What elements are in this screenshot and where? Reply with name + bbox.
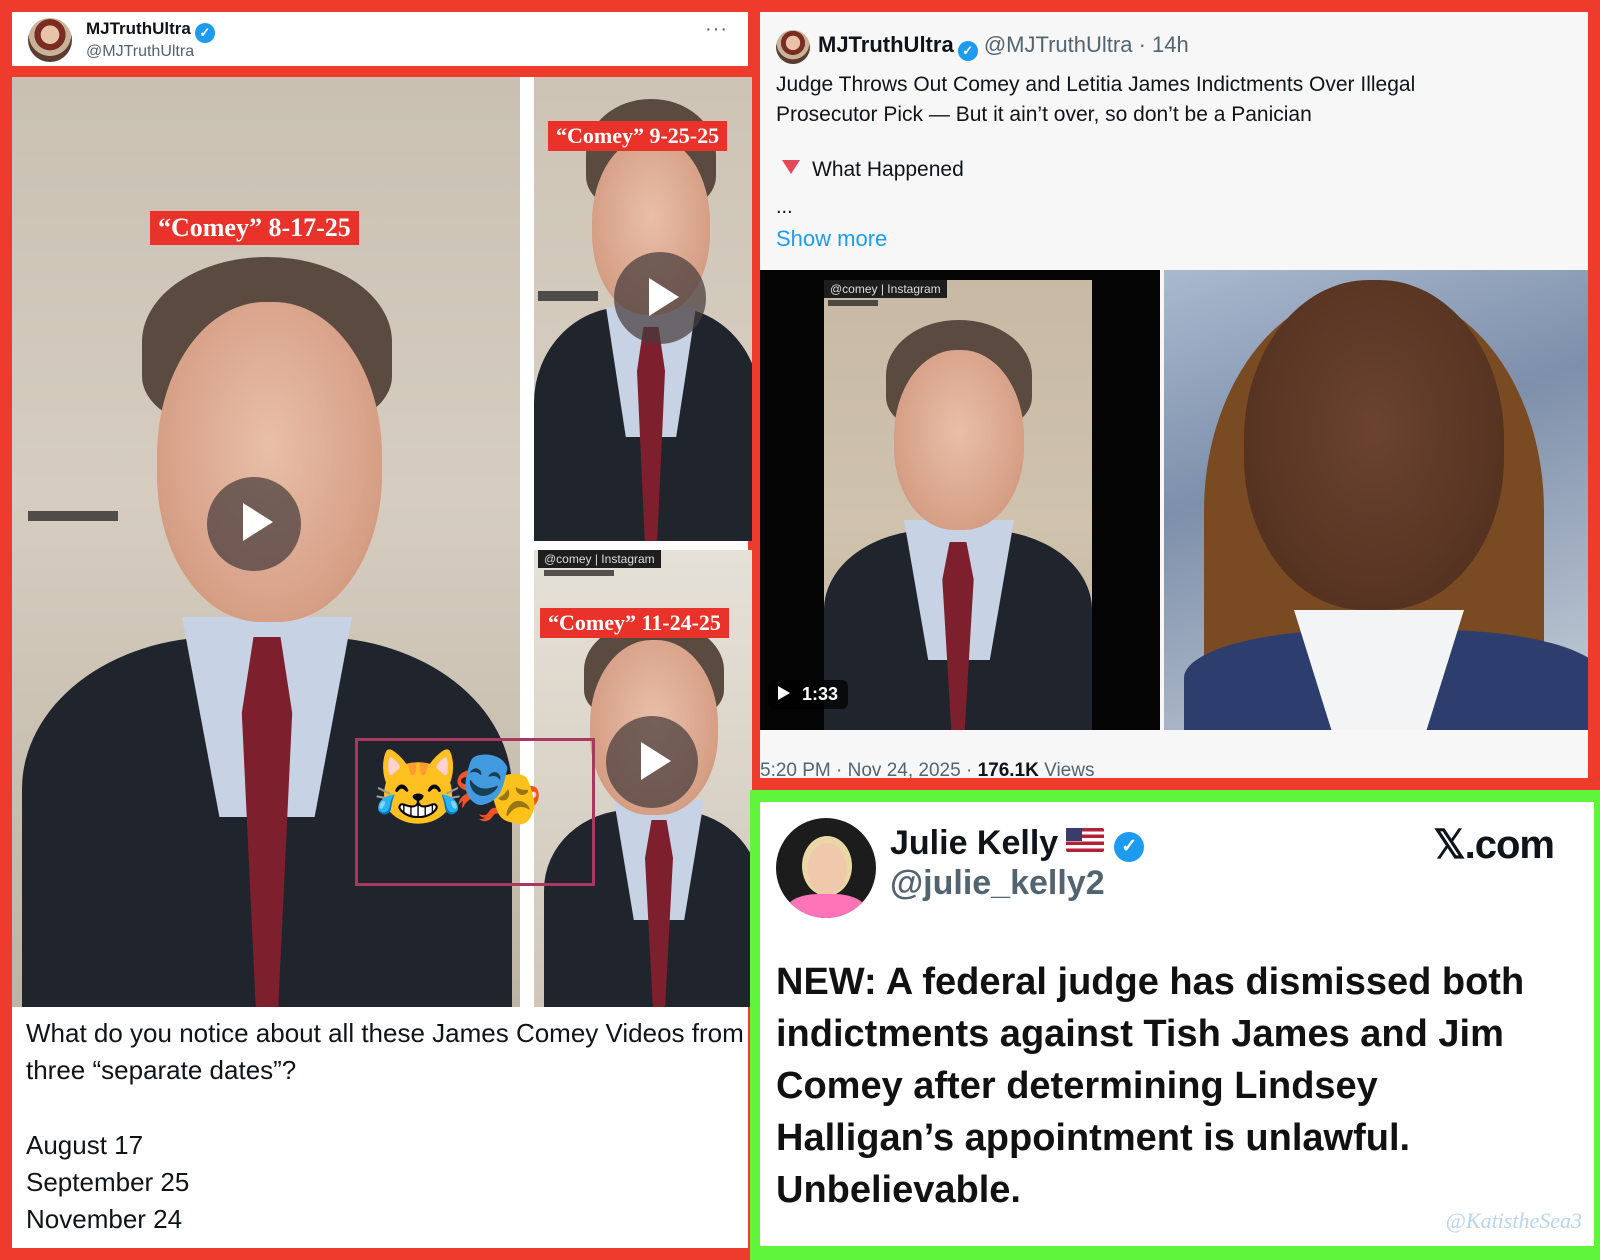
play-icon[interactable] [614,252,706,344]
date-tag-sep: “Comey” 9-25-25 [548,121,728,151]
left-post-text: What do you notice about all these James… [12,1007,748,1248]
right-bottom-post-panel: Julie Kelly ✓ @julie_kelly2 𝕏.com NEW: A … [750,790,1600,1260]
play-icon[interactable] [207,477,301,571]
watermark-logo [544,570,614,576]
us-flag-icon [1066,828,1105,852]
author-handle[interactable]: @MJTruthUltra [984,32,1133,57]
face [1244,280,1504,610]
video-comey[interactable]: @comey | Instagram 1:33 [760,270,1160,730]
post-subheading: What Happened [776,158,964,182]
post-title: Judge Throws Out Comey and Letitia James… [776,73,1416,126]
views-count: 176.1K [977,760,1039,778]
date-list-item: August 17 [26,1130,144,1160]
subheading-text: What Happened [812,158,964,181]
avatar[interactable] [776,818,876,918]
show-more-link[interactable]: Show more [776,226,887,252]
video-frame: @comey | Instagram [824,280,1092,730]
left-post-panel: MJTruthUltra ✓ @MJTruthUltra ··· “Comey” … [0,0,760,1260]
date-list-item: November 24 [26,1204,183,1234]
date-list: August 17 September 25 November 24 [26,1127,189,1238]
photo-letitia-james[interactable] [1164,270,1588,730]
author-handle[interactable]: @MJTruthUltra [86,43,194,61]
play-icon[interactable] [606,716,698,808]
avatar[interactable] [28,18,72,62]
verified-icon: ✓ [194,23,215,43]
emoji-highlight-box: 😹🎭 [355,738,595,886]
left-post-header: MJTruthUltra ✓ @MJTruthUltra ··· [12,12,748,66]
author-name-row[interactable]: MJTruthUltra ✓ [86,19,215,43]
author-name[interactable]: MJTruthUltra [818,32,954,57]
right-top-post-panel: MJTruthUltra ✓ @MJTruthUltra · 14h Judge … [752,0,1600,790]
timestamp[interactable]: 5:20 PM · Nov 24, 2025 · [760,760,972,778]
more-icon[interactable]: ··· [705,18,728,41]
watermark-logo [538,291,598,301]
video-sep-25[interactable]: “Comey” 9-25-25 [534,77,760,541]
date-tag-aug: “Comey” 8-17-25 [150,211,359,245]
author-name-row[interactable]: Julie Kelly ✓ [890,824,1145,863]
right-top-post: MJTruthUltra ✓ @MJTruthUltra · 14h Judge … [760,12,1588,778]
verified-icon: ✓ [1114,832,1145,862]
instagram-tag: @comey | Instagram [824,280,947,298]
duration-text: 1:33 [802,684,839,704]
post-meta: 5:20 PM · Nov 24, 2025 · 176.1K Views [760,760,1094,778]
left-media-grid: “Comey” 8-17-25 “Comey” 9-25-25 @comey |… [12,77,760,1007]
watermark-logo [828,300,878,306]
date-list-item: September 25 [26,1167,190,1197]
instagram-tag: @comey | Instagram [538,550,661,568]
watermark-logo [28,511,118,521]
face [802,836,852,896]
date-tag-nov: “Comey” 11-24-25 [540,608,729,638]
play-icon [778,686,790,700]
views-label: Views [1044,760,1095,778]
face [894,350,1024,530]
verified-icon: ✓ [957,41,978,61]
post-header: MJTruthUltra ✓ @MJTruthUltra · 14h [818,32,1189,61]
post-text: NEW: A federal judge has dismissed both … [776,961,1525,1211]
right-bottom-post: Julie Kelly ✓ @julie_kelly2 𝕏.com NEW: A … [760,802,1594,1246]
watermark: @KatistheSea3 [1445,1208,1582,1233]
face [157,302,382,622]
author-name[interactable]: Julie Kelly [890,824,1058,862]
video-duration[interactable]: 1:33 [768,680,849,709]
author-handle[interactable]: @julie_kelly2 [890,864,1105,903]
avatar[interactable] [776,30,810,64]
emoji-reaction: 😹🎭 [372,746,544,829]
author-name[interactable]: MJTruthUltra [86,19,191,38]
shirt [786,894,866,918]
post-question: What do you notice about all these James… [26,1018,744,1085]
post-time[interactable]: · 14h [1139,32,1189,57]
x-logo: 𝕏.com [1433,823,1555,867]
ellipsis: ... [776,196,793,218]
triangle-down-icon [782,160,800,174]
